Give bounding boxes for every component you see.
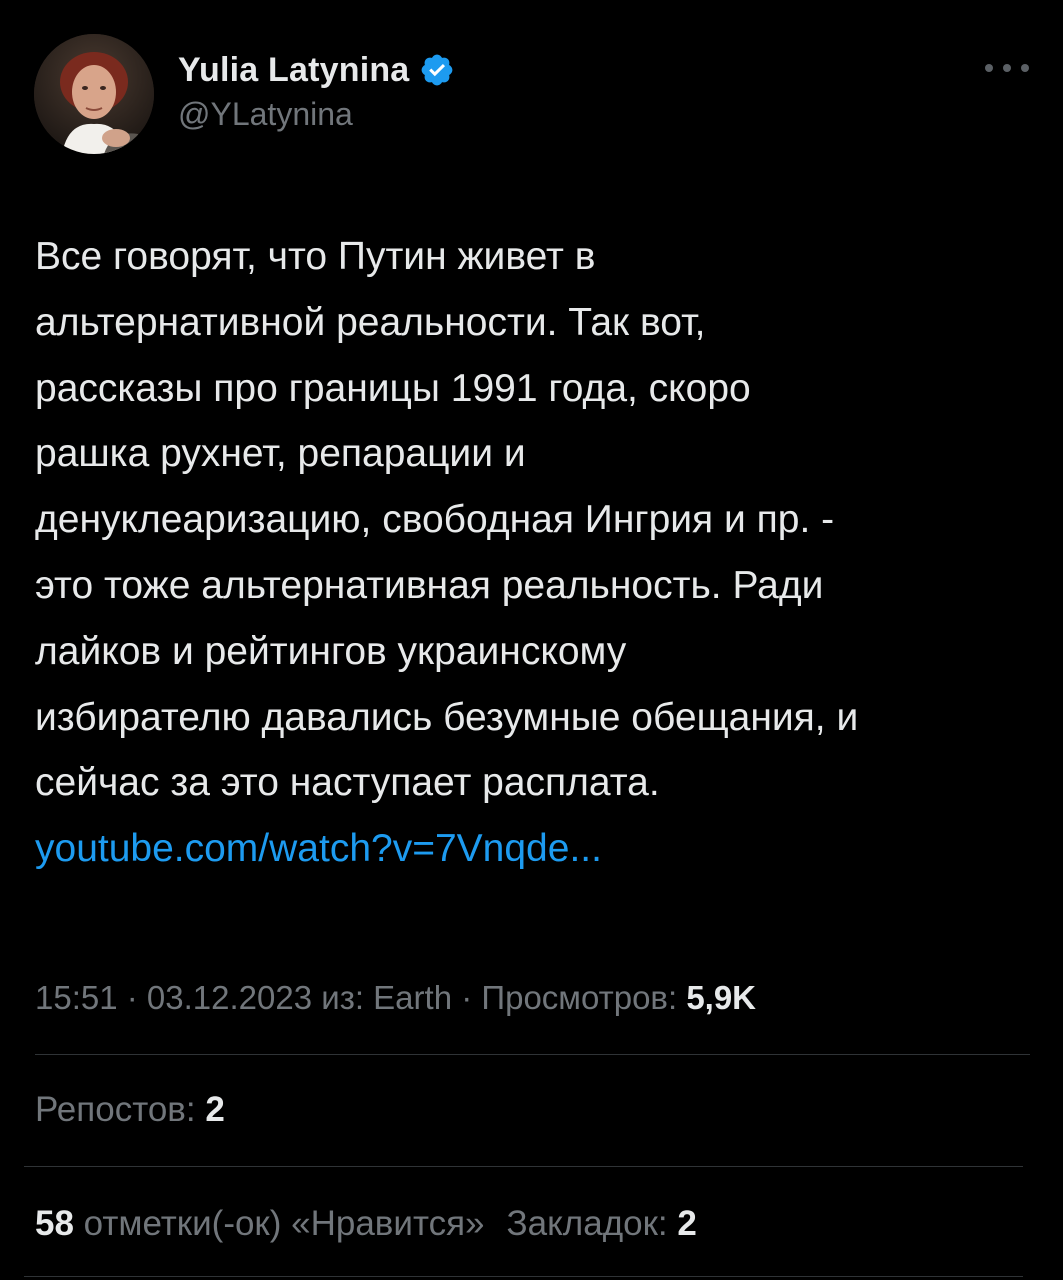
divider — [24, 1166, 1023, 1167]
likes-stat[interactable]: 58 отметки(-ок) «Нравится» — [35, 1204, 485, 1243]
verified-badge-icon[interactable] — [419, 52, 455, 88]
more-options-icon[interactable] — [985, 56, 1029, 80]
author-name-row: Yulia Latynina — [178, 48, 455, 92]
dot — [1003, 64, 1011, 72]
reposts-label[interactable]: Репостов: — [35, 1090, 196, 1129]
tweet-time[interactable]: 15:51 — [35, 979, 118, 1016]
bookmarks-label: Закладок: — [506, 1204, 668, 1243]
divider — [35, 1054, 1030, 1055]
meta-separator: · — [117, 979, 147, 1016]
bookmarks-count: 2 — [677, 1204, 697, 1243]
tweet-link[interactable]: youtube.com/watch?v=7Vnqde... — [35, 827, 602, 870]
dot — [1021, 64, 1029, 72]
author-display-name[interactable]: Yulia Latynina — [178, 51, 409, 90]
tweet-date[interactable]: 03.12.2023 — [147, 979, 312, 1016]
views-count: 5,9K — [686, 979, 757, 1016]
meta-separator: · — [452, 979, 482, 1016]
tweet-text: Все говорят, что Путин живет в альтернат… — [35, 224, 1035, 882]
likes-count: 58 — [35, 1204, 74, 1243]
avatar[interactable] — [34, 34, 154, 154]
tweet-meta: 15:51 · 03.12.2023 из: Earth · Просмотро… — [35, 974, 756, 1022]
likes-bookmarks-stats: 58 отметки(-ок) «Нравится» Закладок: 2 — [35, 1200, 697, 1248]
views-label: Просмотров: — [481, 979, 678, 1016]
reposts-stat[interactable]: Репостов: 2 — [35, 1086, 225, 1134]
likes-label: отметки(-ок) «Нравится» — [83, 1204, 485, 1243]
author-info: Yulia Latynina @YLatynina — [178, 48, 455, 133]
dot — [985, 64, 993, 72]
author-handle[interactable]: @YLatynina — [178, 96, 455, 133]
reposts-count[interactable]: 2 — [205, 1090, 224, 1129]
tweet-source: из: Earth — [321, 979, 453, 1016]
avatar-image — [34, 34, 154, 154]
divider — [24, 1276, 1023, 1277]
bookmarks-stat[interactable]: Закладок: 2 — [507, 1204, 697, 1243]
tweet-detail: Yulia Latynina @YLatynina Все говорят, ч… — [0, 0, 1063, 1280]
tweet-text-content: Все говорят, что Путин живет в альтернат… — [35, 235, 859, 805]
